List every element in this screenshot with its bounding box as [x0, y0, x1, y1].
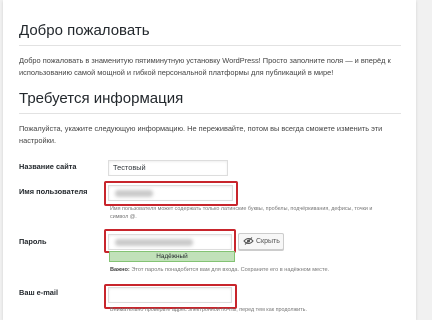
install-panel: Добро пожаловать Добро пожаловать в знам… [3, 0, 416, 320]
password-strength-meter: Надёжный [109, 251, 235, 262]
hide-button-label: Скрыть [256, 238, 280, 245]
eye-slash-icon [243, 237, 254, 246]
welcome-title: Добро пожаловать [19, 22, 150, 39]
username-label: Имя пользователя [19, 187, 88, 196]
highlight-box [104, 229, 236, 253]
important-text: Этот пароль понадобится вам для входа. С… [131, 267, 330, 273]
site-title-label: Название сайта [19, 162, 77, 171]
important-label: Важно: [110, 267, 130, 273]
email-description: Внимательно проверьте адрес электронной … [110, 307, 307, 313]
info-title: Требуется информация [19, 90, 184, 107]
username-description: Имя пользователя может содержать только … [110, 206, 373, 220]
highlight-box [104, 181, 238, 206]
divider [19, 45, 401, 46]
email-label: Ваш e-mail [19, 288, 59, 297]
hide-password-button[interactable]: Скрыть [238, 233, 284, 250]
password-label: Пароль [19, 237, 47, 246]
password-important-note: Важно: Этот пароль понадобится вам для в… [110, 267, 329, 273]
site-title-input[interactable]: Тестовый [108, 160, 228, 176]
welcome-intro: Добро пожаловать в знаменитую пятиминутн… [19, 56, 391, 77]
divider [19, 113, 401, 114]
info-intro: Пожалуйста, укажите следующую информацию… [19, 124, 383, 145]
